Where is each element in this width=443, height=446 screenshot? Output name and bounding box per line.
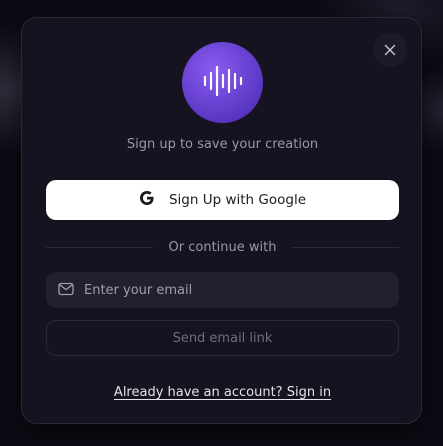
- email-field[interactable]: [84, 282, 374, 298]
- modal-subtitle: Sign up to save your creation: [126, 137, 319, 152]
- signin-link-container: Already have an account? Sign in: [22, 381, 423, 400]
- divider-line-left: [46, 246, 153, 248]
- divider-text: Or continue with: [168, 239, 277, 255]
- mail-icon: [58, 281, 74, 300]
- close-icon: [384, 41, 396, 60]
- google-button-label: Sign Up with Google: [168, 192, 307, 208]
- signup-modal: Sign up to save your creation Sign Up wi…: [21, 17, 422, 424]
- email-field-wrapper[interactable]: [46, 272, 399, 308]
- waveform-icon: [202, 63, 244, 103]
- app-logo: [182, 42, 263, 123]
- close-button[interactable]: [373, 33, 407, 67]
- google-icon: [139, 190, 155, 210]
- signin-link[interactable]: Already have an account? Sign in: [114, 385, 331, 400]
- google-signup-button[interactable]: Sign Up with Google: [46, 180, 399, 220]
- divider-line-right: [292, 246, 400, 248]
- divider: Or continue with: [46, 238, 400, 256]
- send-email-link-button[interactable]: Send email link: [46, 320, 399, 356]
